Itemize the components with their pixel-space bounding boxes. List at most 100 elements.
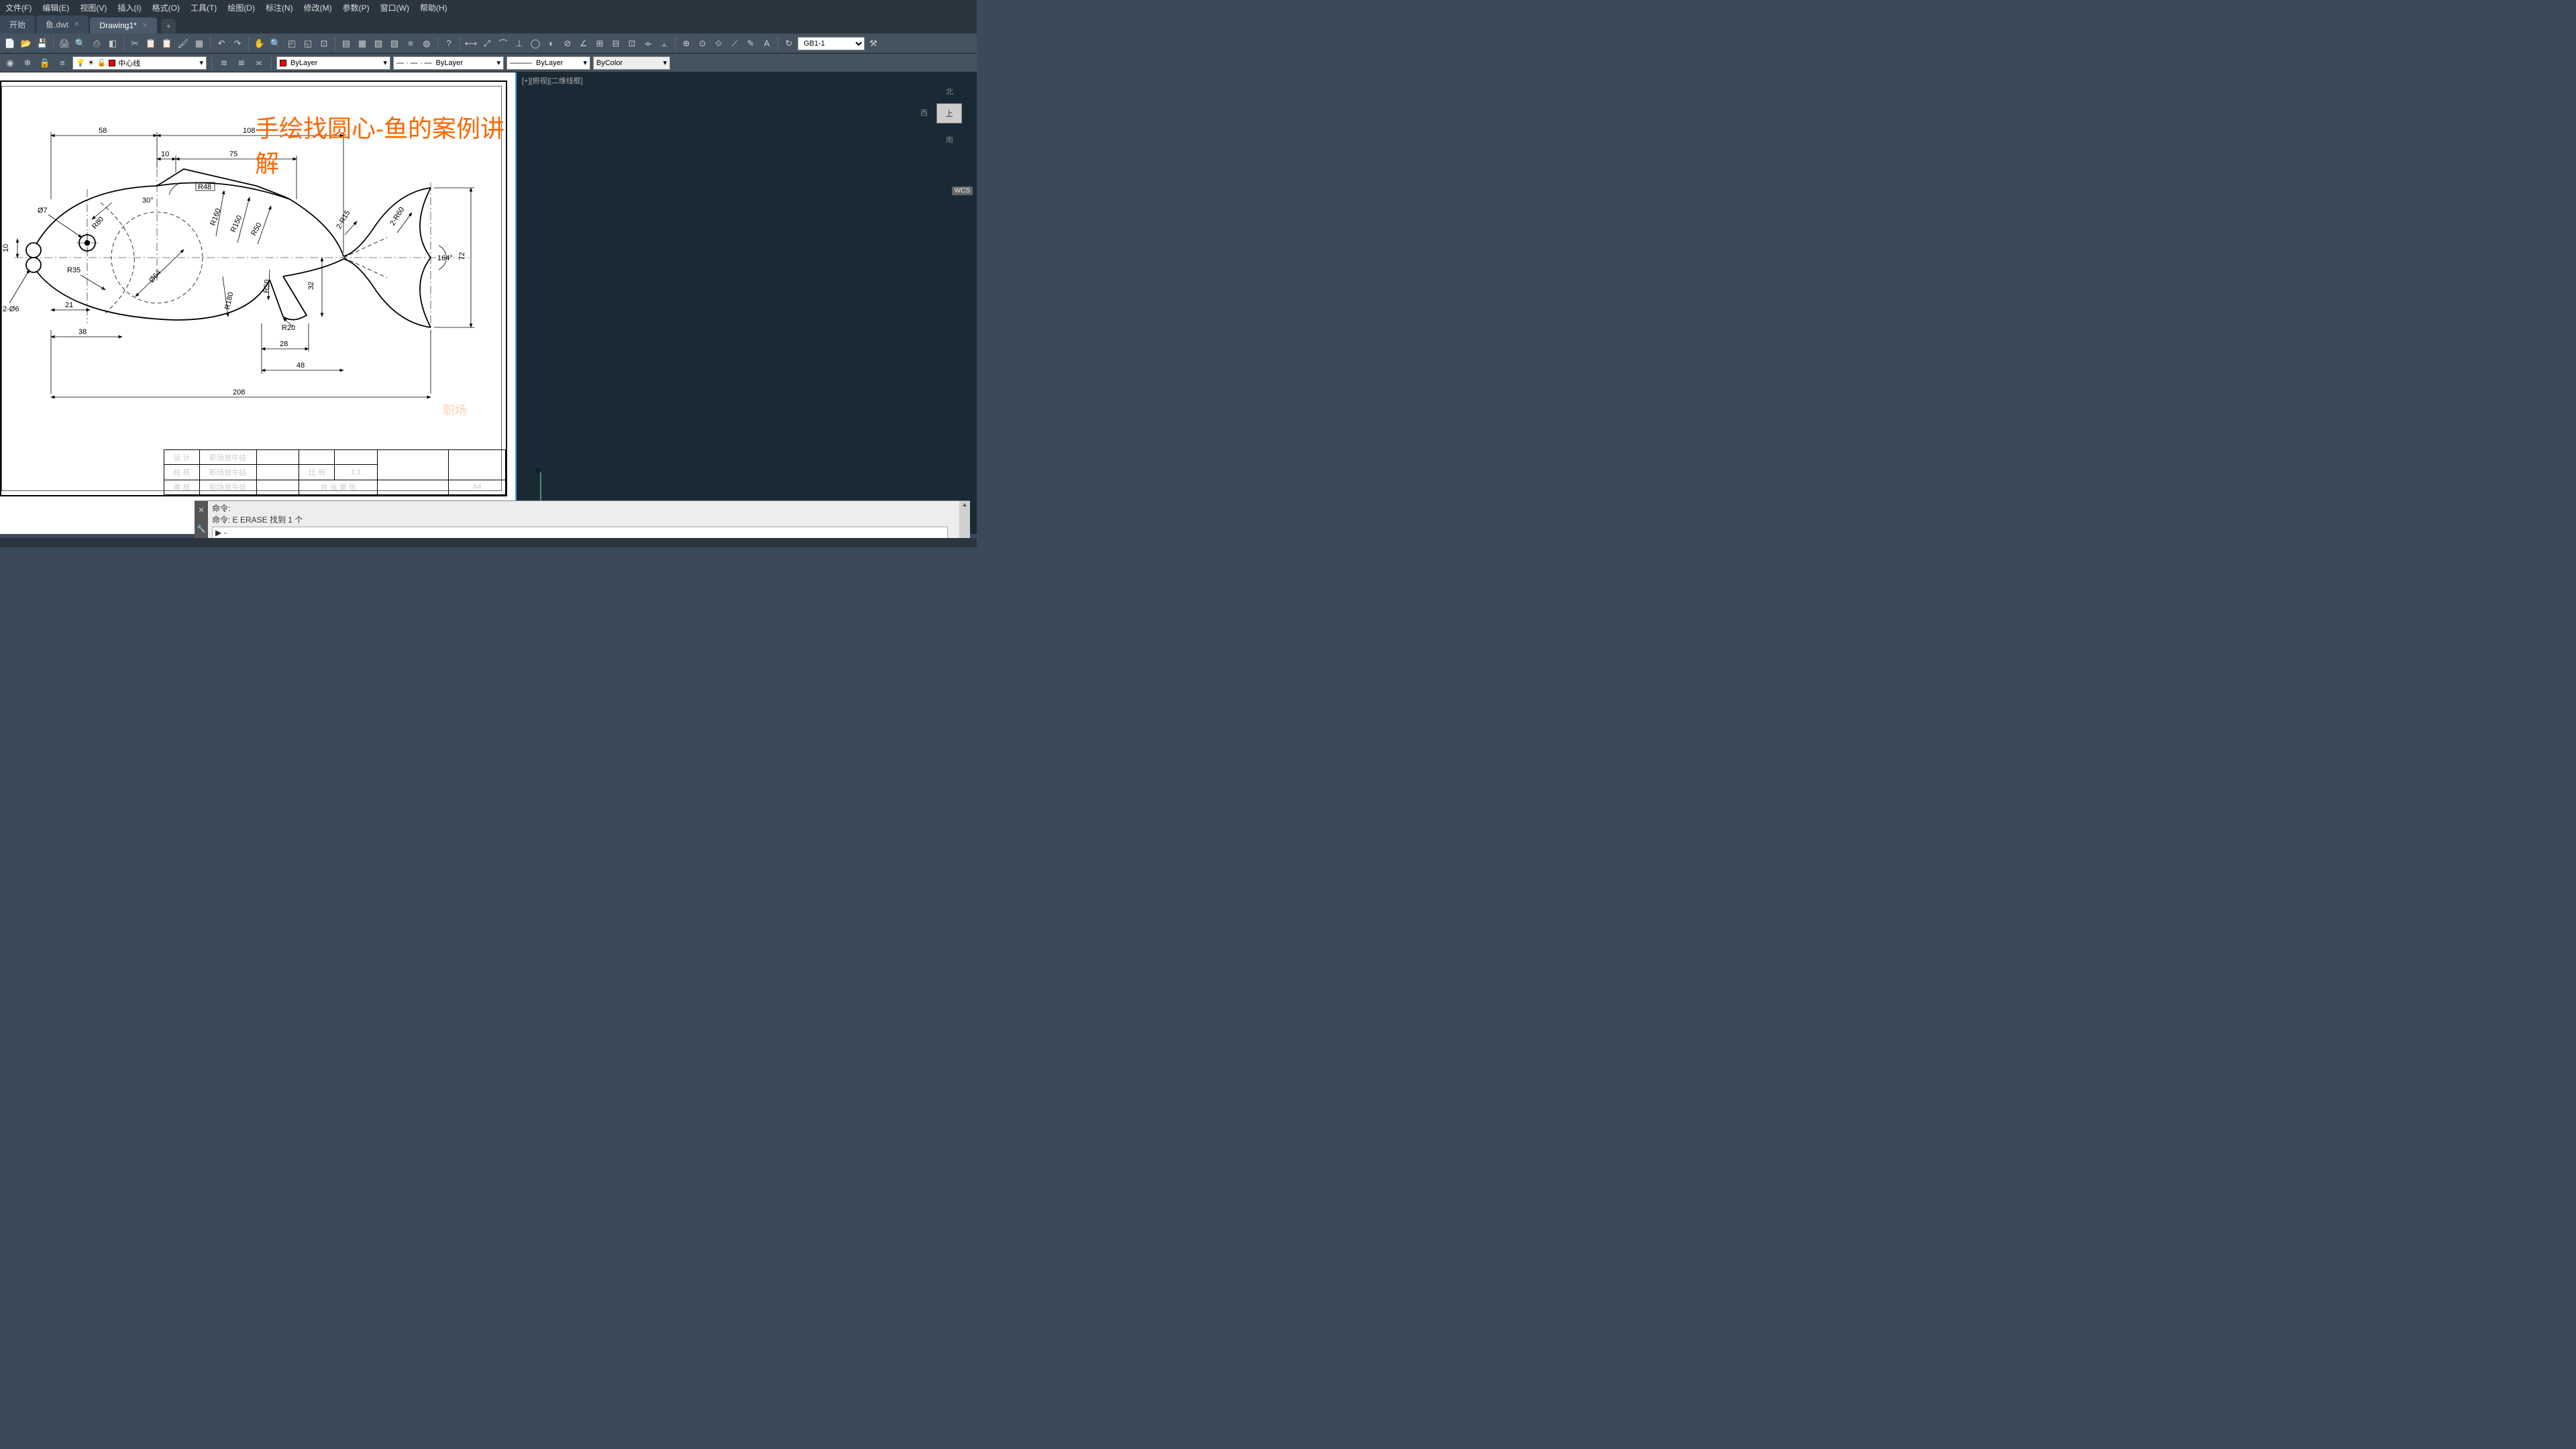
- dim-quick-icon[interactable]: ⊞: [592, 36, 607, 51]
- undo-icon[interactable]: ↶: [214, 36, 229, 51]
- dim-space-icon[interactable]: ⟛: [641, 36, 655, 51]
- help-icon[interactable]: ?: [441, 36, 456, 51]
- pan-icon[interactable]: ✋: [252, 36, 267, 51]
- svg-text:208: 208: [233, 388, 245, 396]
- linetype-dropdown[interactable]: — · — · —ByLayer▾: [393, 56, 504, 70]
- menu-insert[interactable]: 插入(I): [117, 2, 141, 13]
- sheet-icon[interactable]: ▦: [355, 36, 370, 51]
- layer-state-icon[interactable]: ◉: [3, 56, 17, 70]
- menu-file[interactable]: 文件(F): [5, 2, 32, 13]
- copy-icon[interactable]: 📋: [144, 36, 158, 51]
- menu-param[interactable]: 参数(P): [343, 2, 370, 13]
- menu-tools[interactable]: 工具(T): [191, 2, 217, 13]
- dim-jog-icon[interactable]: ◐: [544, 36, 559, 51]
- dimstyle-mgr-icon[interactable]: ⚒: [866, 36, 881, 51]
- tolerance-icon[interactable]: ⊕: [679, 36, 694, 51]
- lineweight-dropdown[interactable]: ———ByLayer▾: [506, 56, 590, 70]
- dim-ord-icon[interactable]: ⊥: [512, 36, 527, 51]
- zoom-ext-icon[interactable]: ⊡: [317, 36, 331, 51]
- jog-line-icon[interactable]: ⟋: [727, 36, 742, 51]
- calc-icon[interactable]: ▨: [387, 36, 402, 51]
- preview-icon[interactable]: 🔍: [73, 36, 88, 51]
- sun-icon: ☀: [88, 58, 95, 67]
- menu-window[interactable]: 窗口(W): [380, 2, 409, 13]
- viewcube-top-face[interactable]: 上: [936, 103, 962, 123]
- menu-view[interactable]: 视图(V): [80, 2, 107, 13]
- menu-modify[interactable]: 修改(M): [304, 2, 332, 13]
- command-input[interactable]: ▶ -: [212, 527, 948, 539]
- dim-arc-icon[interactable]: ⌒: [496, 36, 511, 51]
- layer-lock-icon[interactable]: 🔒: [38, 56, 52, 70]
- plotcolor-dropdown[interactable]: ByColor▾: [593, 56, 670, 70]
- print-icon[interactable]: 🖨: [57, 36, 72, 51]
- dim-linear-icon[interactable]: ⟷: [464, 36, 478, 51]
- match-icon[interactable]: 🖌: [176, 36, 191, 51]
- dim-dia-icon[interactable]: ⊘: [560, 36, 575, 51]
- viewcube-north[interactable]: 北: [946, 86, 953, 97]
- layer-match-icon[interactable]: ≍: [252, 56, 266, 70]
- viewport-label[interactable]: [+][俯视][二维线框]: [522, 75, 583, 86]
- dim-cont-icon[interactable]: ⊡: [625, 36, 639, 51]
- new-icon[interactable]: 📄: [3, 36, 17, 51]
- dim-ang-icon[interactable]: ∠: [576, 36, 591, 51]
- cmd-history-2: 命令: E ERASE 找到 1 个: [212, 514, 955, 525]
- tab-fish[interactable]: 鱼.dwt✕: [36, 15, 89, 34]
- menu-help[interactable]: 帮助(H): [420, 2, 447, 13]
- zoom-icon[interactable]: 🔍: [268, 36, 283, 51]
- viewcube[interactable]: 北 西 南 上: [928, 93, 971, 136]
- tab-drawing1[interactable]: Drawing1*✕: [90, 17, 157, 34]
- center-icon[interactable]: ⊙: [695, 36, 710, 51]
- dim-update-icon[interactable]: ↻: [782, 36, 796, 51]
- dim-base-icon[interactable]: ⊟: [608, 36, 623, 51]
- dim-tedit-icon[interactable]: A: [759, 36, 774, 51]
- close-icon[interactable]: ✕: [142, 22, 148, 30]
- model-viewport-left[interactable]: 手绘找圆心-鱼的案例讲解 职场: [0, 72, 515, 534]
- tab-start[interactable]: 开始: [0, 15, 35, 34]
- close-icon[interactable]: ✕: [74, 21, 79, 28]
- redo-icon[interactable]: ↷: [230, 36, 245, 51]
- new-tab-button[interactable]: +: [161, 19, 176, 34]
- cmdline-scroll-up[interactable]: ▲: [959, 501, 970, 538]
- zoom-window-icon[interactable]: ◰: [284, 36, 299, 51]
- lock-icon: 🔓: [97, 58, 107, 67]
- cmdline-config-icon[interactable]: 🔧: [195, 520, 208, 539]
- zoom-prev-icon[interactable]: ◱: [301, 36, 315, 51]
- clean-icon[interactable]: ◍: [419, 36, 434, 51]
- block-icon[interactable]: ▦: [192, 36, 207, 51]
- cmdline-close-icon[interactable]: ✕: [195, 501, 208, 520]
- cut-icon[interactable]: ✂: [127, 36, 142, 51]
- share-icon[interactable]: ◧: [105, 36, 120, 51]
- svg-text:R50: R50: [262, 279, 272, 293]
- viewcube-south[interactable]: 南: [946, 134, 953, 145]
- publish-icon[interactable]: ⎙: [89, 36, 104, 51]
- menu-format[interactable]: 格式(O): [152, 2, 180, 13]
- wcs-badge[interactable]: WCS: [952, 186, 973, 195]
- color-dropdown[interactable]: ByLayer▾: [276, 56, 390, 70]
- layer-prev-icon[interactable]: ≋: [217, 56, 231, 70]
- dim-aligned-icon[interactable]: ⤢: [480, 36, 494, 51]
- menu-edit[interactable]: 编辑(E): [42, 2, 69, 13]
- menu-dim[interactable]: 标注(N): [266, 2, 293, 13]
- layer-dropdown[interactable]: 💡 ☀ 🔓 中心线 ▾: [72, 56, 207, 70]
- save-icon[interactable]: 💾: [35, 36, 50, 51]
- svg-text:R48: R48: [198, 183, 211, 191]
- menu-draw[interactable]: 绘图(D): [227, 2, 255, 13]
- layer-mgr-icon[interactable]: ≡: [55, 56, 70, 70]
- dim-radius-icon[interactable]: ◯: [528, 36, 543, 51]
- paste-icon[interactable]: 📋: [160, 36, 174, 51]
- tool-pal-icon[interactable]: ▧: [371, 36, 386, 51]
- video-title-overlay: 手绘找圆心-鱼的案例讲解: [255, 109, 515, 179]
- svg-text:10: 10: [2, 244, 10, 252]
- layer-freeze-icon[interactable]: ❄: [20, 56, 35, 70]
- layer-iso-icon[interactable]: ≌: [234, 56, 249, 70]
- props-icon[interactable]: ▤: [339, 36, 354, 51]
- layers-icon[interactable]: ≡: [403, 36, 418, 51]
- model-viewport-right[interactable]: [+][俯视][二维线框] 北 西 南 上 WCS Y: [515, 72, 977, 534]
- inspect-icon[interactable]: ⟐: [711, 36, 726, 51]
- open-icon[interactable]: 📂: [19, 36, 34, 51]
- command-line[interactable]: ✕ 🔧 命令: 命令: E ERASE 找到 1 个 ▶ - ▲: [195, 500, 970, 538]
- dimstyle-dropdown[interactable]: GB1-1: [798, 37, 865, 50]
- dim-edit-icon[interactable]: ✎: [743, 36, 758, 51]
- dim-break-icon[interactable]: ⫠: [657, 36, 672, 51]
- viewcube-west[interactable]: 西: [920, 107, 928, 118]
